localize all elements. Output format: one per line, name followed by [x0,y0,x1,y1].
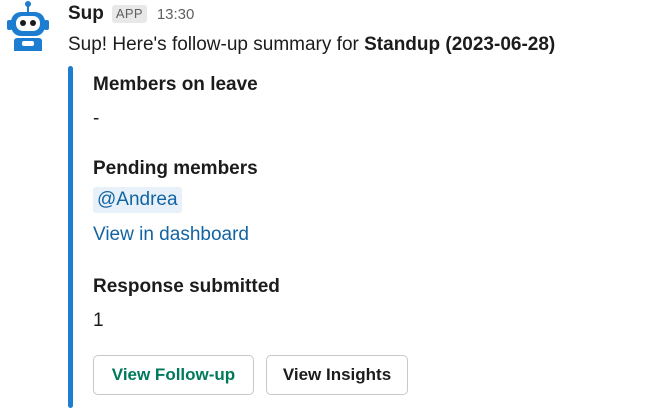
app-badge: APP [111,5,147,23]
attachment-accent-bar [68,66,73,408]
pending-members-title: Pending members [93,158,258,179]
message-text: Sup! Here's follow-up summary for Standu… [68,32,555,58]
summary-attachment: Members on leave - Pending members @Andr… [68,66,628,408]
intro-standup-name: Standup (2023-06-28) [364,34,556,55]
response-submitted-title: Response submitted [93,276,280,297]
response-submitted-value: 1 [93,310,104,331]
view-follow-up-button[interactable]: View Follow-up [93,355,254,395]
members-on-leave-title: Members on leave [93,74,258,95]
timestamp[interactable]: 13:30 [157,6,195,23]
chat-message: Sup APP 13:30 Sup! Here's follow-up summ… [0,0,645,412]
user-mention[interactable]: @Andrea [93,187,182,213]
members-on-leave-value: - [93,108,100,129]
sender-name[interactable]: Sup [68,3,104,25]
view-insights-button[interactable]: View Insights [266,355,408,395]
message-header: Sup APP 13:30 [68,2,194,26]
intro-text: Sup! Here's follow-up summary for [68,34,365,55]
robot-icon[interactable] [6,0,50,54]
dashboard-link[interactable]: View in dashboard [93,224,249,246]
